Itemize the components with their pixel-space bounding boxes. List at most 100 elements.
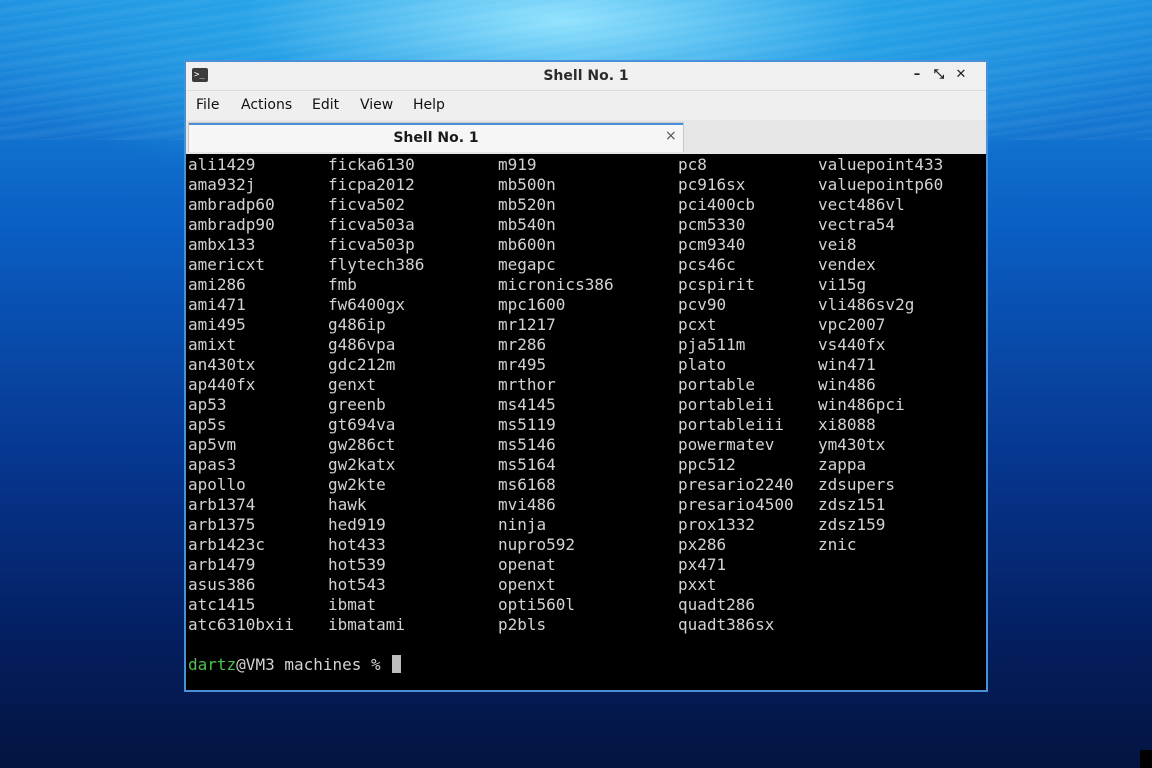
tab-close-icon[interactable]: × [665, 128, 677, 144]
listing-entry: mr495 [498, 355, 547, 374]
listing-entry: arb1423c [188, 535, 266, 554]
terminal-window: >_ Shell No. 1 – ⤡ ✕ File Actions Edit V… [184, 60, 988, 692]
listing-entry: openat [498, 555, 556, 574]
listing-entry: vpc2007 [818, 315, 886, 334]
listing-entry: vectra54 [818, 215, 896, 234]
listing-entry: ms4145 [498, 395, 556, 414]
listing-entry: m919 [498, 155, 537, 174]
listing-entry: ali1429 [188, 155, 256, 174]
listing-entry: atc6310bxii [188, 615, 294, 634]
listing-entry: amixt [188, 335, 237, 354]
listing-entry: mrthor [498, 375, 556, 394]
menu-actions[interactable]: Actions [241, 97, 292, 113]
listing-entry: micronics386 [498, 275, 614, 294]
listing-entry: atc1415 [188, 595, 256, 614]
listing-entry: ap440fx [188, 375, 256, 394]
listing-entry: ambradp90 [188, 215, 275, 234]
listing-entry: ap5vm [188, 435, 237, 454]
listing-entry: pcm5330 [678, 215, 746, 234]
listing-entry: win486pci [818, 395, 905, 414]
listing-entry: mvi486 [498, 495, 556, 514]
listing-entry: zdsz159 [818, 515, 886, 534]
listing-entry: mpc1600 [498, 295, 566, 314]
menu-bar: File Actions Edit View Help [186, 91, 986, 119]
listing-entry: gw2katx [328, 455, 396, 474]
listing-entry: portableiii [678, 415, 784, 434]
listing-entry: hed919 [328, 515, 386, 534]
listing-entry: pcs46c [678, 255, 736, 274]
output-column-2: ficka6130 ficpa2012 ficva502 ficva503a ficva… [328, 155, 424, 635]
listing-entry: pcxt [678, 315, 717, 334]
tab-shell-1[interactable]: Shell No. 1 × [188, 122, 684, 152]
listing-entry: vs440fx [818, 335, 886, 354]
listing-entry: opti560l [498, 595, 576, 614]
listing-entry: ms5146 [498, 435, 556, 454]
listing-entry: vi15g [818, 275, 867, 294]
listing-entry: greenb [328, 395, 386, 414]
listing-entry: ami495 [188, 315, 246, 334]
listing-entry: pcm9340 [678, 235, 746, 254]
listing-entry: quadt386sx [678, 615, 775, 634]
listing-entry: mb600n [498, 235, 556, 254]
listing-entry: znic [818, 535, 857, 554]
listing-entry: ms5119 [498, 415, 556, 434]
listing-entry: pja511m [678, 335, 746, 354]
menu-view[interactable]: View [360, 97, 393, 113]
listing-entry: ap53 [188, 395, 227, 414]
listing-entry: hot433 [328, 535, 386, 554]
listing-entry: vei8 [818, 235, 857, 254]
listing-entry: apas3 [188, 455, 237, 474]
listing-entry: ppc512 [678, 455, 736, 474]
listing-entry: prox1332 [678, 515, 756, 534]
output-column-4: pc8 pc916sx pci400cb pcm5330 pcm9340 pcs46c pc… [678, 155, 794, 635]
listing-entry: ficva503p [328, 235, 415, 254]
listing-entry: px286 [678, 535, 727, 554]
listing-entry: hawk [328, 495, 367, 514]
listing-entry: ambradp60 [188, 195, 275, 214]
listing-entry: presario4500 [678, 495, 794, 514]
listing-entry: vect486vl [818, 195, 905, 214]
tab-active-indicator [189, 123, 683, 125]
minimize-icon[interactable]: – [908, 66, 926, 84]
listing-entry: pxxt [678, 575, 717, 594]
menu-help[interactable]: Help [413, 97, 445, 113]
maximize-icon[interactable]: ⤡ [930, 66, 948, 84]
text-cursor [392, 655, 402, 673]
listing-entry: apollo [188, 475, 246, 494]
listing-entry: genxt [328, 375, 377, 394]
listing-entry: megapc [498, 255, 556, 274]
listing-entry: ambx133 [188, 235, 256, 254]
listing-entry: gw2kte [328, 475, 386, 494]
listing-entry: portableii [678, 395, 775, 414]
listing-entry: quadt286 [678, 595, 756, 614]
listing-entry: mb500n [498, 175, 556, 194]
listing-entry: ficpa2012 [328, 175, 415, 194]
listing-entry: xi8088 [818, 415, 876, 434]
terminal-output[interactable]: ali1429 ama932j ambradp60 ambradp90 ambx133 a… [186, 154, 986, 690]
prompt-host-path: @VM3 machines % [236, 655, 391, 674]
shell-prompt[interactable]: dartz@VM3 machines % [188, 655, 402, 675]
title-bar[interactable]: >_ Shell No. 1 – ⤡ ✕ [186, 62, 986, 91]
listing-entry: mb520n [498, 195, 556, 214]
listing-entry: ficva502 [328, 195, 406, 214]
window-title: Shell No. 1 [543, 68, 629, 84]
output-column-5: valuepoint433 valuepointp60 vect486vl vectr… [818, 155, 943, 555]
listing-entry: ms5164 [498, 455, 556, 474]
close-icon[interactable]: ✕ [952, 66, 970, 84]
listing-entry: arb1374 [188, 495, 256, 514]
listing-entry: ami286 [188, 275, 246, 294]
menu-edit[interactable]: Edit [312, 97, 339, 113]
listing-entry: px471 [678, 555, 727, 574]
prompt-user: dartz [188, 655, 237, 674]
output-column-3: m919 mb500n mb520n mb540n mb600n megapc micron… [498, 155, 614, 635]
listing-entry: ficva503a [328, 215, 415, 234]
menu-file[interactable]: File [196, 97, 219, 113]
tab-bar: Shell No. 1 × [186, 120, 986, 154]
listing-entry: g486ip [328, 315, 386, 334]
listing-entry: pc916sx [678, 175, 746, 194]
listing-entry: americxt [188, 255, 266, 274]
listing-entry: win486 [818, 375, 876, 394]
listing-entry: ym430tx [818, 435, 886, 454]
listing-entry: ms6168 [498, 475, 556, 494]
listing-entry: ibmatami [328, 615, 406, 634]
